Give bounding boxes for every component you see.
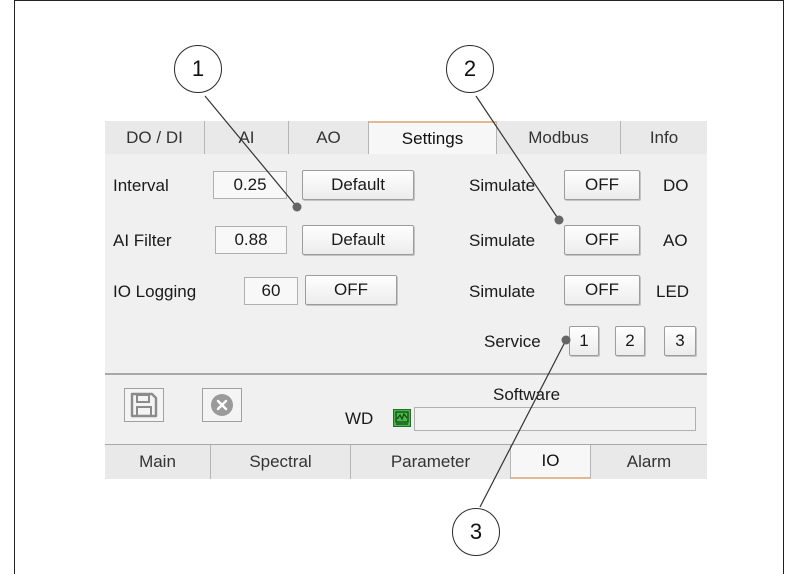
io-logging-label: IO Logging bbox=[113, 282, 197, 301]
tab-modbus[interactable]: Modbus bbox=[497, 121, 621, 154]
io-settings-panel: DO / DI AI AO Settings Modbus Info Inter… bbox=[105, 121, 707, 479]
interval-default-button[interactable]: Default bbox=[302, 170, 414, 200]
cancel-button[interactable] bbox=[202, 388, 242, 422]
interval-value[interactable]: 0.25 bbox=[213, 171, 287, 199]
ai-filter-label: AI Filter bbox=[113, 231, 172, 250]
cancel-icon bbox=[211, 394, 233, 416]
simulate-do-button[interactable]: OFF bbox=[564, 170, 640, 200]
save-icon bbox=[130, 392, 158, 418]
simulate-ao-button[interactable]: OFF bbox=[564, 225, 640, 255]
software-progress-bar bbox=[414, 407, 696, 431]
tab-spectral[interactable]: Spectral bbox=[211, 445, 351, 479]
service-label: Service bbox=[484, 332, 541, 351]
tab-do-di[interactable]: DO / DI bbox=[105, 121, 205, 154]
interval-label: Interval bbox=[113, 176, 169, 195]
simulate-led-label: Simulate bbox=[469, 282, 536, 301]
simulate-led-button[interactable]: OFF bbox=[564, 275, 640, 305]
ai-filter-default-button[interactable]: Default bbox=[302, 225, 414, 255]
service-1-button[interactable]: 1 bbox=[569, 326, 599, 356]
tab-parameter[interactable]: Parameter bbox=[351, 445, 511, 479]
tab-info[interactable]: Info bbox=[621, 121, 707, 154]
callout-3: 3 bbox=[452, 508, 500, 556]
simulate-do-label: Simulate bbox=[469, 176, 536, 195]
save-button[interactable] bbox=[124, 388, 164, 422]
simulate-led-target: LED bbox=[656, 282, 690, 301]
service-2-button[interactable]: 2 bbox=[615, 326, 645, 356]
callout-2: 2 bbox=[446, 45, 494, 93]
tab-main[interactable]: Main bbox=[105, 445, 211, 479]
tab-settings[interactable]: Settings bbox=[369, 121, 497, 154]
tab-alarm[interactable]: Alarm bbox=[591, 445, 707, 479]
top-tab-bar: DO / DI AI AO Settings Modbus Info bbox=[105, 121, 707, 154]
simulate-ao-label: Simulate bbox=[469, 231, 536, 250]
service-3-button[interactable]: 3 bbox=[664, 326, 696, 356]
simulate-do-target: DO bbox=[663, 176, 689, 195]
io-logging-value[interactable]: 60 bbox=[244, 277, 298, 305]
tab-io[interactable]: IO bbox=[511, 445, 591, 479]
wd-label: WD bbox=[345, 409, 374, 428]
callout-1: 1 bbox=[174, 45, 222, 93]
tab-ai[interactable]: AI bbox=[205, 121, 289, 154]
footer-divider bbox=[105, 373, 707, 375]
simulate-ao-target: AO bbox=[663, 231, 688, 250]
tab-ao[interactable]: AO bbox=[289, 121, 369, 154]
watchdog-icon bbox=[393, 409, 411, 427]
software-label: Software bbox=[493, 385, 561, 404]
ai-filter-value[interactable]: 0.88 bbox=[215, 226, 287, 254]
io-logging-button[interactable]: OFF bbox=[305, 275, 397, 305]
bottom-tab-bar: Main Spectral Parameter IO Alarm bbox=[105, 444, 707, 479]
